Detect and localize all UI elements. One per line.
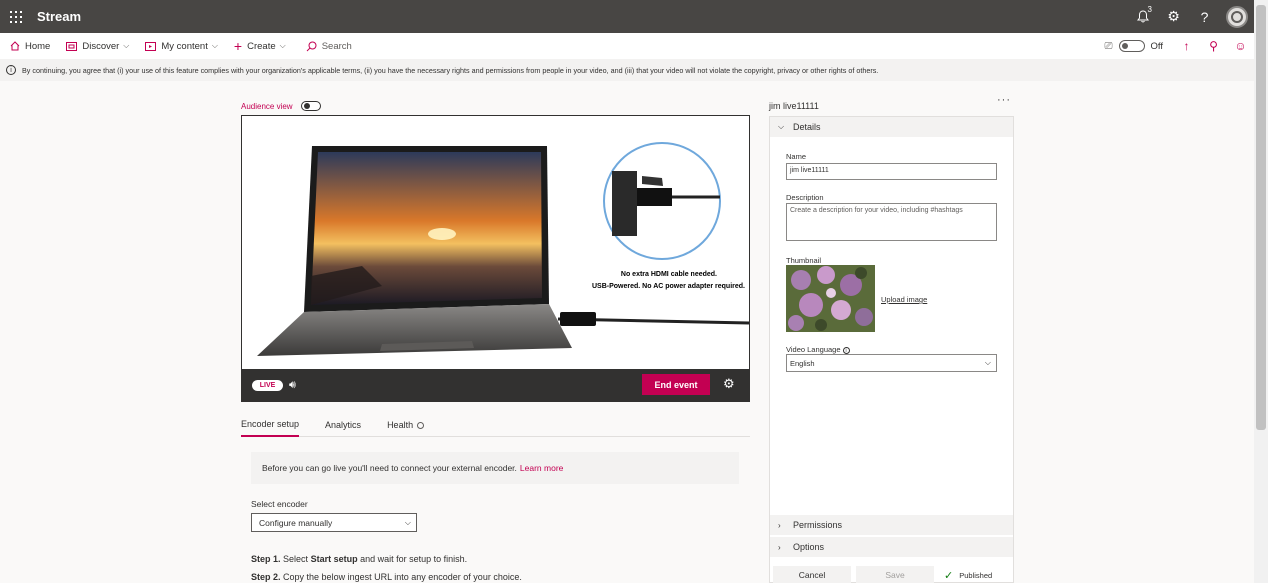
health-status-icon (417, 421, 425, 429)
chevron-down-icon: ⌵ (211, 41, 218, 50)
page-scrollbar[interactable] (1254, 0, 1268, 583)
smiley-icon: ☺ (1234, 39, 1247, 53)
notifications-button[interactable]: 3 (1127, 0, 1158, 33)
app-title[interactable]: Stream (37, 9, 81, 24)
live-badge: LIVE (252, 379, 283, 391)
my-content-icon (145, 41, 157, 51)
published-status: ✓ Published (944, 570, 993, 582)
nav-my-content[interactable]: My content ⌵ (145, 33, 218, 59)
home-icon (10, 41, 20, 51)
search-placeholder: Search (321, 40, 352, 52)
step-1: Step 1. Select Start setup and wait for … (251, 554, 468, 564)
audience-view: Audience view (241, 101, 321, 111)
help-button[interactable]: ? (1189, 0, 1220, 33)
app-launcher-icon[interactable] (0, 0, 32, 33)
feedback-icon: ⎚ (1104, 40, 1113, 52)
nav-my-content-label: My content (161, 40, 208, 52)
nav-bar: Home Discover ⌵ My content ⌵ + Create ⌵ … (0, 33, 1254, 59)
help-icon: ? (1200, 8, 1209, 25)
search-input[interactable]: Search (306, 33, 352, 59)
details-section-header[interactable]: ⌵ Details (770, 117, 1013, 137)
step-2: Step 2. Copy the below ingest URL into a… (251, 572, 522, 582)
volume-icon[interactable]: 🔊︎ (289, 379, 296, 392)
tab-health[interactable]: Health (387, 413, 425, 437)
audience-view-toggle[interactable] (300, 101, 321, 111)
nav-home[interactable]: Home (10, 33, 50, 59)
permissions-section-header[interactable]: › Permissions (770, 515, 1013, 535)
info-icon: i (6, 65, 16, 75)
upload-image-link[interactable]: Upload image (881, 295, 927, 304)
event-title: jim live11111 (769, 101, 819, 111)
gear-icon[interactable]: ⚙ (723, 376, 735, 392)
notification-count: 3 (1147, 5, 1152, 14)
video-caption-1: No extra HDMI cable needed. (620, 271, 717, 278)
settings-button[interactable]: ⚙ (1158, 0, 1189, 33)
preview-toggle[interactable] (1118, 40, 1145, 52)
chevron-down-icon: ⌵ (123, 41, 130, 50)
terms-banner: i By continuing, you agree that (i) your… (0, 59, 1254, 81)
info-icon[interactable]: i (842, 346, 850, 354)
discover-icon (66, 41, 78, 51)
video-language-label: Video Language i (786, 345, 850, 354)
more-options-icon[interactable]: ··· (997, 94, 1011, 106)
tab-analytics[interactable]: Analytics (325, 413, 361, 437)
cancel-button[interactable]: Cancel (773, 566, 851, 583)
encoder-notice-text: Before you can go live you'll need to co… (262, 463, 517, 473)
encoder-tabs: Encoder setup Analytics Health (241, 413, 750, 437)
app-header: Stream 3 ⚙ ? (0, 0, 1254, 33)
audience-view-label: Audience view (241, 101, 293, 111)
options-section-header[interactable]: › Options (770, 537, 1013, 557)
upload-arrow-icon: ↑ (1183, 39, 1190, 53)
name-field[interactable]: jim live11111 (786, 163, 997, 180)
terms-text: By continuing, you agree that (i) your u… (22, 65, 879, 75)
plus-icon: + (233, 38, 243, 54)
search-icon (306, 41, 317, 52)
tab-health-label: Health (387, 420, 414, 430)
video-frame (257, 142, 749, 356)
details-panel: ⌵ Details Name jim live11111 Description… (769, 116, 1014, 583)
nav-create-label: Create (247, 40, 276, 52)
select-encoder-value: Configure manually (259, 517, 333, 528)
chevron-down-icon: ⌵ (778, 122, 785, 131)
video-language-value: English (790, 358, 815, 368)
scrollbar-thumb[interactable] (1256, 5, 1266, 430)
chevron-right-icon: › (778, 542, 781, 552)
learn-more-link[interactable]: Learn more (520, 463, 563, 473)
chevron-down-icon: ⌵ (279, 41, 286, 50)
check-icon: ✓ (944, 570, 954, 582)
chevron-down-icon: ⌵ (404, 518, 411, 527)
chevron-right-icon: › (778, 520, 781, 530)
save-button[interactable]: Save (856, 566, 934, 583)
thumbnail-label: Thumbnail (786, 256, 822, 265)
person-icon: ⚲ (1209, 39, 1218, 53)
video-control-bar: LIVE 🔊︎ End event ⚙ (242, 369, 749, 401)
select-encoder-label: Select encoder (251, 499, 308, 509)
gear-icon: ⚙ (1167, 8, 1180, 24)
toggle-state-label: Off (1150, 40, 1164, 52)
nav-discover[interactable]: Discover ⌵ (66, 33, 129, 59)
chevron-down-icon: ⌵ (984, 358, 991, 367)
select-encoder-dropdown[interactable]: Configure manually ⌵ (251, 513, 417, 532)
video-language-dropdown[interactable]: English ⌵ (786, 354, 997, 372)
encoder-notice: Before you can go live you'll need to co… (251, 452, 739, 484)
nav-home-label: Home (25, 40, 51, 52)
end-event-button[interactable]: End event (642, 374, 710, 395)
nav-create[interactable]: + Create ⌵ (234, 33, 286, 59)
tab-encoder-setup[interactable]: Encoder setup (241, 413, 300, 437)
video-caption-2: USB-Powered. No AC power adapter require… (592, 283, 745, 290)
video-player[interactable]: No extra HDMI cable needed. USB-Powered.… (241, 115, 750, 402)
feedback-button[interactable]: ☺ (1227, 39, 1254, 53)
avatar[interactable] (1226, 5, 1248, 28)
description-field[interactable]: Create a description for your video, inc… (786, 203, 997, 241)
name-label: Name (786, 152, 807, 161)
upload-button[interactable]: ↑ (1173, 39, 1200, 53)
description-label: Description (786, 193, 824, 202)
nav-discover-label: Discover (82, 40, 120, 52)
user-button[interactable]: ⚲ (1200, 39, 1227, 53)
thumbnail-image[interactable] (786, 265, 875, 332)
